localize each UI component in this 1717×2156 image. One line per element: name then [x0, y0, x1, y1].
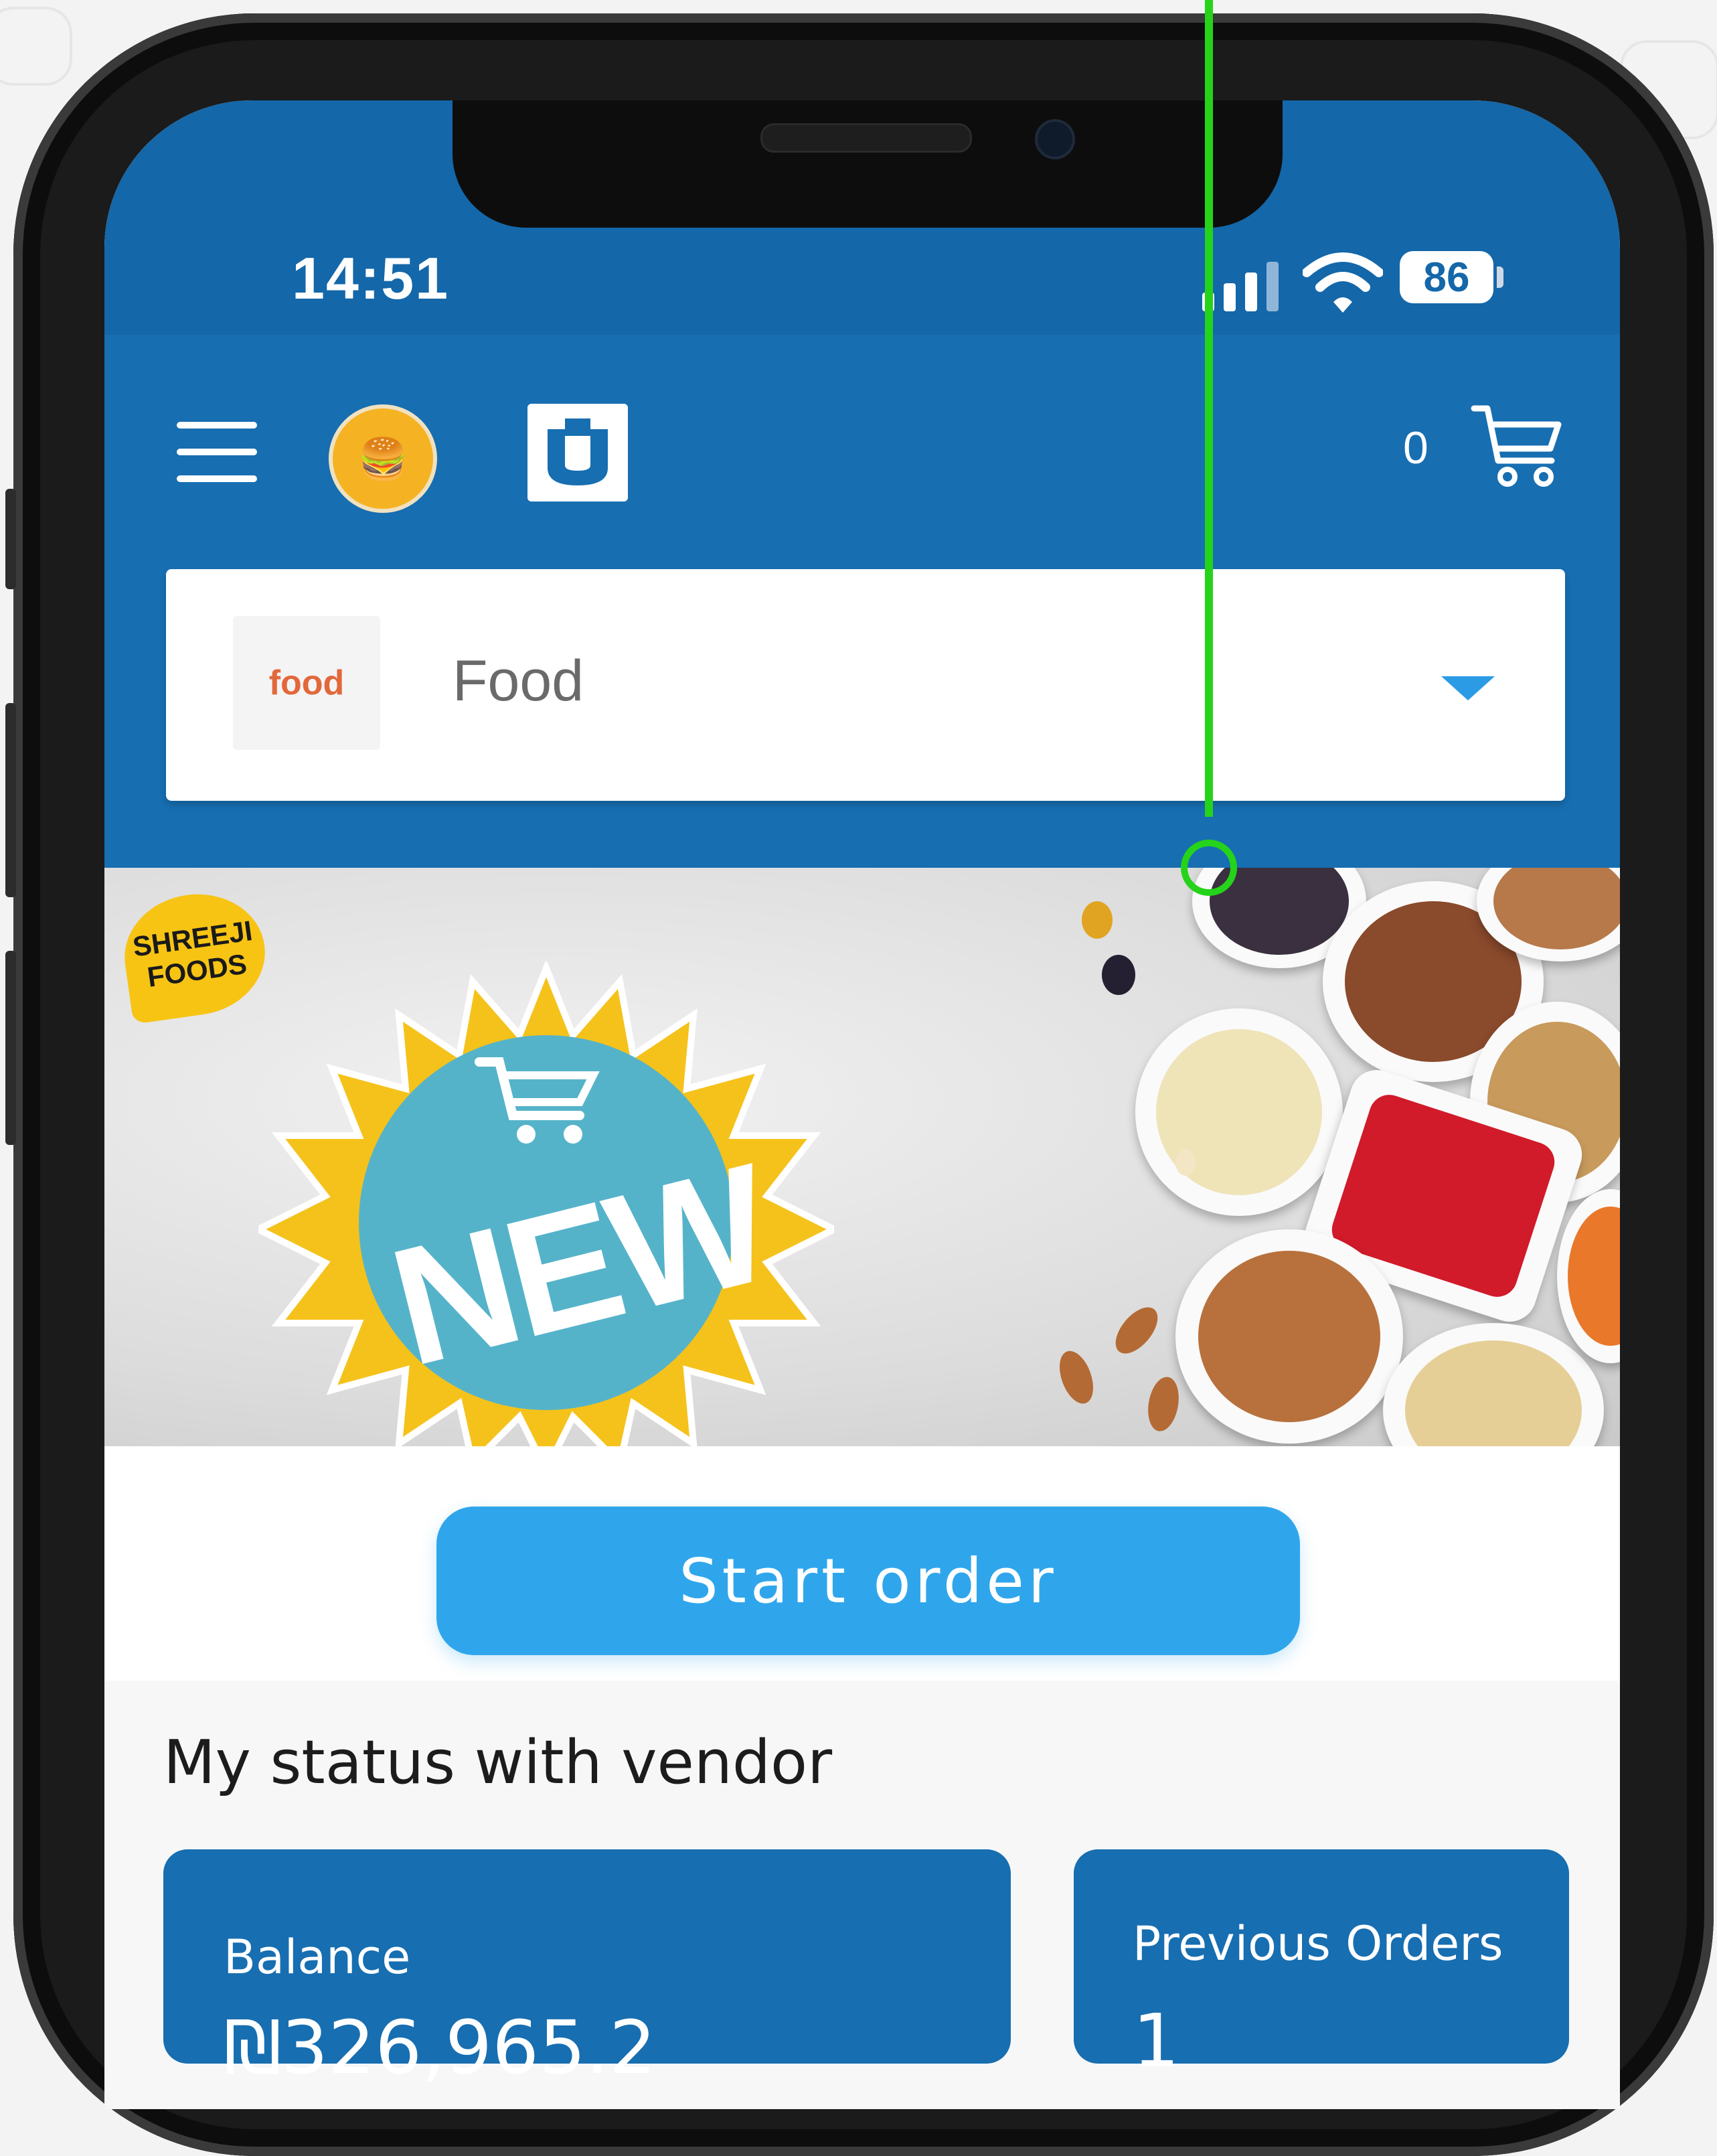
- speaker-grille: [760, 123, 972, 153]
- app-screen: 14:51 86 🍔 0 food Food SHREEJI FOODS NEW: [104, 100, 1620, 2109]
- status-time: 14:51: [292, 245, 450, 311]
- nut-bowl: [1383, 1323, 1604, 1446]
- vendor-selector[interactable]: food Food: [166, 569, 1565, 801]
- battery-tip: [1497, 266, 1503, 288]
- brand-logo-icon: [527, 404, 628, 502]
- almond: [1175, 1149, 1196, 1176]
- cart-count: 0: [1403, 422, 1428, 473]
- almond: [1053, 1346, 1100, 1409]
- annotation-line: [1205, 0, 1213, 817]
- side-button: [5, 951, 16, 1145]
- vendor-badge: SHREEJI FOODS: [116, 885, 273, 1024]
- notch: [453, 100, 1283, 228]
- menu-bar: [177, 475, 257, 482]
- previous-orders-card[interactable]: Previous Orders 1: [1074, 1849, 1569, 2084]
- menu-icon[interactable]: [177, 422, 257, 482]
- almond: [1107, 1300, 1166, 1361]
- balance-card[interactable]: Balance ₪326,965.2: [163, 1849, 1011, 2090]
- menu-bar: [177, 449, 257, 455]
- raisin: [1082, 901, 1113, 939]
- side-button: [5, 703, 16, 897]
- cart-icon[interactable]: [1470, 402, 1564, 489]
- nut-bowl: [1135, 1008, 1343, 1216]
- nut-bowl: [1557, 1189, 1620, 1363]
- annotation-target-ring: [1181, 840, 1237, 896]
- front-camera: [1035, 119, 1075, 159]
- side-button: [5, 489, 16, 589]
- nut-bowl: [1175, 1229, 1403, 1444]
- avatar-icon[interactable]: 🍔: [329, 404, 437, 513]
- wifi-icon: [1303, 252, 1383, 313]
- balance-value: ₪326,965.2: [224, 2005, 657, 2090]
- vendor-selected-label: Food: [453, 649, 584, 713]
- start-order-button[interactable]: Start order: [436, 1507, 1300, 1655]
- background-doodle: [0, 7, 72, 86]
- status-title: My status with vendor: [163, 1727, 833, 1798]
- promo-banner[interactable]: SHREEJI FOODS NEW: [104, 868, 1620, 1446]
- balance-label: Balance: [224, 1930, 411, 1985]
- previous-orders-label: Previous Orders: [1133, 1916, 1503, 1971]
- almond: [1144, 1374, 1183, 1434]
- previous-orders-value: 1: [1133, 1998, 1179, 2084]
- dropdown-arrow-icon[interactable]: [1441, 676, 1495, 700]
- signal-icon: [1202, 262, 1279, 311]
- vendor-thumbnail: food: [233, 616, 380, 750]
- battery-icon: 86: [1400, 251, 1493, 303]
- raisin: [1102, 955, 1135, 995]
- menu-bar: [177, 422, 257, 429]
